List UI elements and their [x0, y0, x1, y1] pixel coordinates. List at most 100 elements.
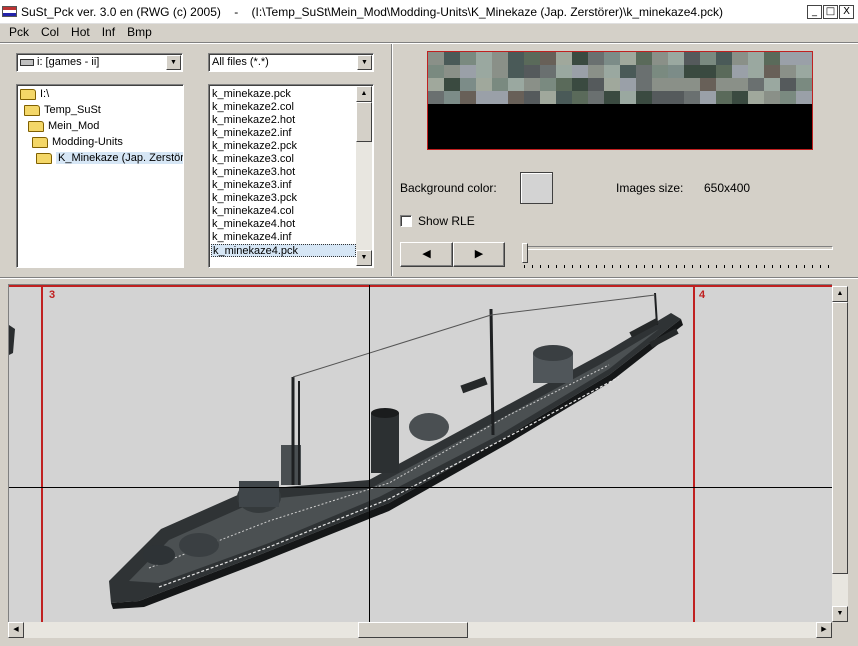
preview-tile: [700, 52, 716, 65]
preview-tile: [492, 65, 508, 78]
preview-tile: [444, 91, 460, 104]
canvas-vertical-scrollbar[interactable]: ▲ ▼: [832, 286, 848, 622]
preview-tile: [780, 78, 796, 91]
preview-tile: [476, 78, 492, 91]
tree-item-label: Temp_SuSt: [44, 104, 101, 116]
menu-pck[interactable]: Pck: [3, 24, 35, 42]
preview-tile: [668, 104, 684, 117]
file-list-item[interactable]: k_minekaze2.hot: [212, 114, 295, 127]
file-list-scroll-thumb[interactable]: [356, 102, 372, 142]
show-rle-label: Show RLE: [418, 214, 475, 228]
preview-tile: [732, 52, 748, 65]
preview-tile: [796, 104, 812, 117]
scroll-up-icon[interactable]: ▲: [356, 86, 372, 102]
frame-slider-track[interactable]: [524, 246, 833, 250]
preview-tile: [684, 91, 700, 104]
preview-tile: [444, 52, 460, 65]
tree-item-label: I:\: [40, 88, 50, 100]
file-list-item[interactable]: k_minekaze2.pck: [212, 140, 297, 153]
file-list-item[interactable]: k_minekaze3.inf: [212, 179, 292, 192]
show-rle-checkbox[interactable]: [400, 215, 412, 227]
preview-tile: [780, 52, 796, 65]
preview-tile: [668, 52, 684, 65]
crosshair-vertical: [369, 285, 370, 622]
file-list-item[interactable]: k_minekaze.pck: [212, 88, 291, 101]
tree-item-temp-sust[interactable]: Temp_SuSt: [24, 103, 101, 119]
preview-tile: [428, 78, 444, 91]
file-list-item[interactable]: k_minekaze3.col: [212, 153, 294, 166]
preview-tile: [748, 65, 764, 78]
preview-tile: [604, 65, 620, 78]
file-list-item[interactable]: k_minekaze2.col: [212, 101, 294, 114]
folder-tree[interactable]: I:\ Temp_SuSt Mein_Mod Modding-Units K_M…: [16, 84, 184, 268]
preview-tile: [556, 65, 572, 78]
filter-dropdown-icon[interactable]: ▼: [357, 55, 372, 70]
background-color-swatch[interactable]: [520, 172, 553, 204]
file-list[interactable]: k_minekaze.pck k_minekaze2.col k_minekaze2…: [208, 84, 374, 268]
frame-slider-thumb[interactable]: [522, 243, 528, 263]
tree-item-k-minekaze[interactable]: K_Minekaze (Jap. Zerstöre: [36, 151, 183, 167]
menu-bmp[interactable]: Bmp: [121, 24, 158, 42]
preview-tile: [556, 104, 572, 117]
file-list-item[interactable]: k_minekaze4.pck: [211, 244, 356, 257]
file-list-item[interactable]: k_minekaze4.inf: [212, 231, 292, 244]
tree-item-modding-units[interactable]: Modding-Units: [32, 135, 123, 151]
panel-divider: [391, 44, 393, 276]
file-list-item[interactable]: k_minekaze3.hot: [212, 166, 295, 179]
preview-tile: [444, 78, 460, 91]
preview-tile: [508, 104, 524, 117]
preview-tile: [588, 91, 604, 104]
maximize-button[interactable]: □: [823, 5, 838, 19]
preview-tile: [572, 65, 588, 78]
canvas-scroll-left-icon[interactable]: ◀: [8, 622, 24, 638]
sprite-preview: [427, 51, 813, 150]
menu-inf[interactable]: Inf: [96, 24, 121, 42]
menu-hot[interactable]: Hot: [65, 24, 96, 42]
open-folder-icon: [20, 88, 36, 100]
file-list-item[interactable]: k_minekaze4.hot: [212, 218, 295, 231]
next-frame-button[interactable]: ▶: [453, 242, 505, 267]
preview-tile: [716, 104, 732, 117]
open-folder-icon: [36, 152, 52, 164]
menu-col[interactable]: Col: [35, 24, 65, 42]
canvas-horizontal-scrollbar[interactable]: ◀ ▶: [8, 622, 832, 638]
canvas-scroll-up-icon[interactable]: ▲: [832, 286, 848, 302]
file-list-scrollbar[interactable]: ▲ ▼: [356, 86, 372, 266]
file-filter-select[interactable]: All files (*.*) ▼: [208, 53, 374, 72]
close-button[interactable]: X: [839, 5, 854, 19]
prev-frame-button[interactable]: ◀: [400, 242, 453, 267]
open-folder-icon: [28, 120, 44, 132]
preview-tile: [748, 52, 764, 65]
preview-tile: [476, 91, 492, 104]
canvas-hscroll-thumb[interactable]: [358, 622, 468, 638]
canvas-vscroll-thumb[interactable]: [832, 302, 848, 574]
preview-tile: [732, 91, 748, 104]
preview-tile: [684, 65, 700, 78]
sprite-canvas[interactable]: 3 4: [8, 284, 832, 622]
canvas-scroll-right-icon[interactable]: ▶: [816, 622, 832, 638]
preview-tile: [636, 52, 652, 65]
preview-tile: [620, 52, 636, 65]
preview-tile: [476, 52, 492, 65]
drive-select[interactable]: i: [games - ii] ▼: [16, 53, 183, 72]
minimize-button[interactable]: _: [807, 5, 822, 19]
tree-item-label: Mein_Mod: [48, 120, 100, 132]
scroll-down-icon[interactable]: ▼: [356, 250, 372, 266]
canvas-scroll-down-icon[interactable]: ▼: [832, 606, 848, 622]
file-list-item[interactable]: k_minekaze2.inf: [212, 127, 292, 140]
tree-item-root[interactable]: I:\: [20, 87, 49, 103]
drive-dropdown-icon[interactable]: ▼: [166, 55, 181, 70]
file-list-item[interactable]: k_minekaze4.col: [212, 205, 294, 218]
preview-tile: [764, 78, 780, 91]
preview-tile: [476, 65, 492, 78]
preview-tile: [508, 52, 524, 65]
preview-tile: [588, 52, 604, 65]
preview-tile: [556, 91, 572, 104]
preview-tile: [604, 91, 620, 104]
tree-item-mein-mod[interactable]: Mein_Mod: [28, 119, 99, 135]
preview-tile: [604, 52, 620, 65]
preview-tile: [716, 52, 732, 65]
file-list-item[interactable]: k_minekaze3.pck: [212, 192, 297, 205]
preview-tile: [732, 104, 748, 117]
tree-item-label: K_Minekaze (Jap. Zerstöre: [56, 152, 183, 164]
